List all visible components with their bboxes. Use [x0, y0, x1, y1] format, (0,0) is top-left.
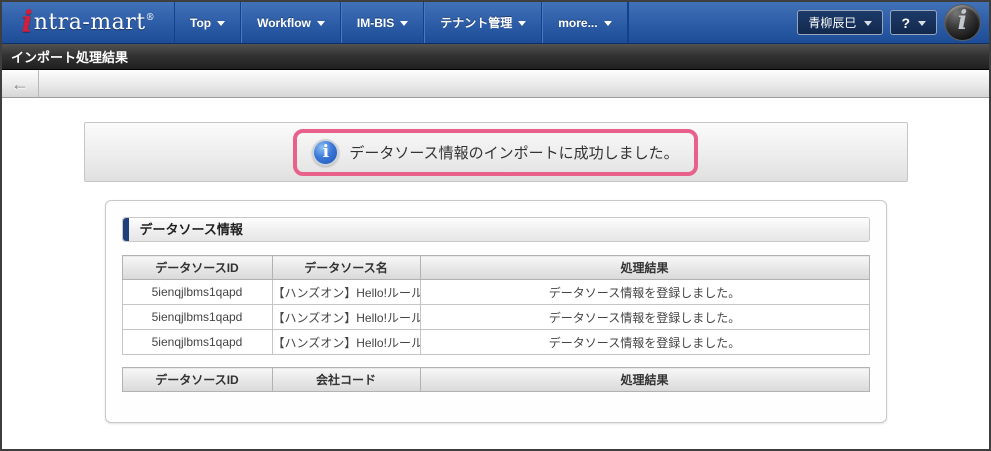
nav-item-label: テナント管理 [440, 16, 513, 30]
nav-item-more[interactable]: more... [542, 2, 628, 43]
nav-item-top[interactable]: Top [175, 2, 242, 43]
col-header-datasource-id: データソースID [121, 367, 273, 392]
intra-mart-orb-icon[interactable]: i [944, 4, 981, 41]
chevron-down-icon [603, 21, 612, 26]
nav-menu: Top Workflow IM-BIS テナント管理 more... [174, 2, 629, 43]
table-spacer [122, 355, 870, 367]
chevron-down-icon [918, 21, 926, 26]
cell-datasource-id: 5ienqjlbms1qapd [121, 329, 273, 355]
back-arrow-icon: ← [11, 73, 29, 94]
panel-header: データソース情報 [121, 217, 870, 242]
cell-result: データソース情報を登録しました。 [419, 304, 870, 330]
message-bar: i データソース情報のインポートに成功しました。 [83, 122, 908, 182]
header-accent-bar [122, 218, 129, 241]
table-row: 5ienqjlbms1qapd 【ハンズオン】Hello!ルール データソース情… [121, 304, 870, 330]
col-header-result: 処理結果 [419, 367, 870, 392]
chevron-down-icon [864, 21, 873, 26]
cell-datasource-name: 【ハンズオン】Hello!ルール [271, 279, 421, 305]
info-icon: i [312, 138, 340, 166]
intra-mart-logo[interactable]: i ntra-mart ® [2, 2, 174, 43]
nav-item-im-bis[interactable]: IM-BIS [340, 2, 425, 43]
cell-datasource-name: 【ハンズオン】Hello!ルール [271, 329, 421, 355]
nav-item-workflow[interactable]: Workflow [241, 2, 341, 43]
success-message-text: データソース情報のインポートに成功しました。 [349, 144, 679, 162]
app-window: i ntra-mart ® Top Workflow IM-BIS テナント管理 m… [0, 0, 991, 451]
cell-datasource-id: 5ienqjlbms1qapd [121, 279, 273, 305]
table-row: 5ienqjlbms1qapd 【ハンズオン】Hello!ルール データソース情… [121, 329, 870, 355]
company-result-table: データソースID 会社コード 処理結果 [121, 367, 870, 392]
datasource-panel: データソース情報 データソースID データソース名 処理結果 5ienqjlbm… [104, 200, 887, 423]
table-row: 5ienqjlbms1qapd 【ハンズオン】Hello!ルール データソース情… [121, 279, 870, 305]
nav-item-label: Workflow [257, 15, 311, 30]
nav-item-label: more... [558, 15, 598, 30]
chevron-down-icon [217, 21, 226, 26]
success-message-highlight: i データソース情報のインポートに成功しました。 [293, 128, 698, 176]
user-menu-button[interactable]: 青柳辰巳 [797, 10, 884, 35]
chevron-down-icon [518, 21, 527, 26]
cell-result: データソース情報を登録しました。 [419, 329, 870, 355]
nav-item-label: Top [190, 15, 212, 30]
top-nav: i ntra-mart ® Top Workflow IM-BIS テナント管理 m… [2, 2, 989, 44]
nav-item-label: IM-BIS [356, 15, 395, 30]
table-header-row: データソースID データソース名 処理結果 [121, 255, 870, 280]
datasource-result-table: データソースID データソース名 処理結果 5ienqjlbms1qapd 【ハ… [121, 255, 870, 355]
logo-text: ntra-mart [33, 10, 146, 35]
logo-i-mark: i [21, 5, 33, 40]
cell-datasource-id: 5ienqjlbms1qapd [121, 304, 273, 330]
chevron-down-icon [400, 21, 409, 26]
page-title-bar: インポート処理結果 [2, 44, 989, 70]
col-header-datasource-name: データソース名 [271, 255, 421, 280]
nav-right-group: 青柳辰巳 ? i [797, 2, 989, 43]
user-name-label: 青柳辰巳 [808, 16, 857, 30]
registered-mark: ® [145, 12, 155, 23]
table-header-row: データソースID 会社コード 処理結果 [121, 367, 870, 392]
chevron-down-icon [316, 21, 325, 26]
panel-header-label: データソース情報 [139, 222, 243, 237]
col-header-company-code: 会社コード [271, 367, 421, 392]
nav-item-tenant-admin[interactable]: テナント管理 [424, 2, 543, 43]
orb-i-glyph: i [957, 5, 968, 36]
help-label: ? [901, 14, 910, 31]
cell-result: データソース情報を登録しました。 [419, 279, 870, 305]
col-header-result: 処理結果 [419, 255, 870, 280]
page-title: インポート処理結果 [11, 50, 129, 65]
help-menu-button[interactable]: ? [890, 10, 937, 35]
toolbar: ← [2, 70, 989, 98]
cell-datasource-name: 【ハンズオン】Hello!ルール [271, 304, 421, 330]
back-button[interactable]: ← [2, 70, 39, 97]
main-content: i データソース情報のインポートに成功しました。 データソース情報 データソース… [2, 122, 989, 449]
col-header-datasource-id: データソースID [121, 255, 273, 280]
